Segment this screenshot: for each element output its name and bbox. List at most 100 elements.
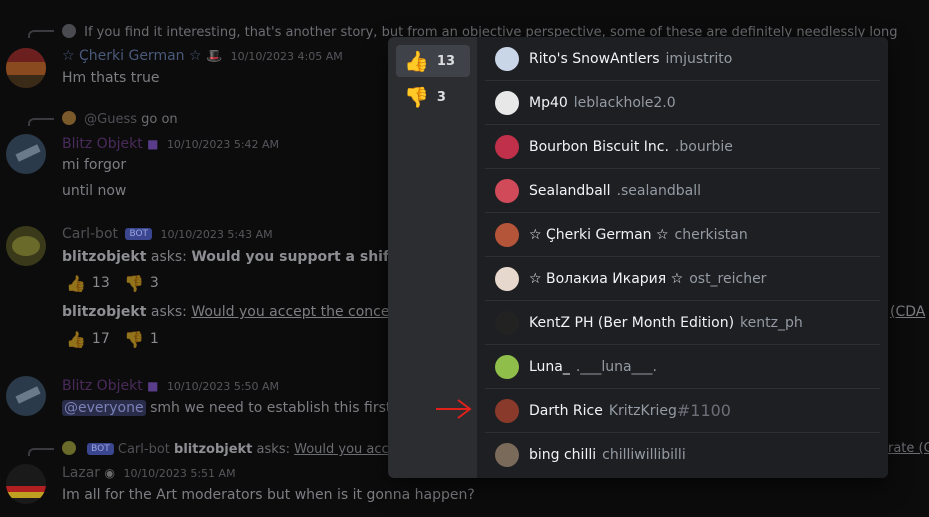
- avatar[interactable]: [495, 90, 519, 115]
- bot-badge: BOT: [125, 228, 153, 240]
- reactor-name: Darth Rice: [529, 402, 603, 419]
- reactor-discriminator: #1100: [676, 401, 731, 420]
- reactor-handle: imjustrito: [665, 50, 733, 67]
- reply-preview[interactable]: BOT Carl-bot blitzobjekt asks: Would you…: [62, 441, 397, 457]
- reply-avatar: [62, 111, 76, 125]
- tab-thumbs-down[interactable]: 👎 3: [396, 81, 470, 113]
- reactor-handle: .sealandball: [616, 182, 701, 199]
- reactor-handle: .___luna___.: [575, 358, 658, 375]
- avatar[interactable]: [495, 46, 519, 71]
- tab-count: 13: [436, 53, 455, 69]
- avatar[interactable]: [495, 398, 519, 423]
- role-icon: 🎩: [205, 49, 223, 64]
- reactor-row[interactable]: Mp40 leblackhole2.0: [485, 81, 880, 125]
- poll-user: blitzobjekt: [62, 249, 147, 265]
- reactor-row[interactable]: Luna_ .___luna___.: [485, 345, 880, 389]
- avatar[interactable]: [495, 222, 519, 247]
- mention[interactable]: @everyone: [62, 400, 146, 416]
- reply-name: Carl-bot: [117, 442, 170, 457]
- reactor-name: Sealandball: [529, 182, 611, 199]
- timestamp: 10/10/2023 5:42 AM: [166, 138, 280, 151]
- thumbs-up-icon: 👍: [66, 329, 86, 349]
- username[interactable]: Carl-bot: [62, 226, 118, 242]
- poll-question-tail: (CDA: [890, 304, 926, 320]
- reactor-name: ☆ Волакиа Икария ☆: [529, 270, 684, 287]
- reactor-name: KentZ PH (Ber Month Edition): [529, 314, 735, 331]
- avatar[interactable]: [495, 354, 519, 379]
- message-header: Blitz Objekt ■ 10/10/2023 5:50 AM: [62, 378, 279, 394]
- avatar[interactable]: [495, 178, 519, 203]
- poll-asks: asks:: [150, 304, 187, 320]
- reply-user: blitzobjekt: [174, 442, 253, 457]
- avatar[interactable]: [6, 376, 46, 416]
- reactor-handle: leblackhole2.0: [573, 94, 676, 111]
- avatar[interactable]: [495, 134, 519, 159]
- reactor-row[interactable]: Darth Rice KritzKrieg #1100: [485, 389, 880, 433]
- reactor-row[interactable]: bing chilli chilliwillibilli: [485, 433, 880, 477]
- avatar[interactable]: [6, 464, 46, 504]
- reactor-handle: .bourbie: [674, 138, 733, 155]
- reactor-name: Rito's SnowAntlers: [529, 50, 660, 67]
- role-icon: ■: [147, 137, 159, 151]
- thumbs-down-icon: 👎: [404, 85, 429, 109]
- reactor-handle: chilliwillibilli: [602, 447, 686, 463]
- poll-question-text[interactable]: Would you accept the concept: [191, 304, 404, 320]
- message-text: @everyone smh we need to establish this …: [62, 400, 391, 416]
- username[interactable]: Blitz Objekt: [62, 378, 143, 394]
- reaction-thumbs-up[interactable]: 👍 17: [66, 328, 110, 350]
- avatar[interactable]: [6, 48, 46, 88]
- thumbs-down-icon: 👎: [124, 329, 144, 349]
- reaction-thumbs-down[interactable]: 👎 3: [124, 272, 159, 294]
- timestamp: 10/10/2023 5:43 AM: [160, 228, 273, 241]
- avatar[interactable]: [6, 226, 46, 266]
- message-text: Hm thats true: [62, 70, 160, 86]
- reactor-row[interactable]: KentZ PH (Ber Month Edition) kentz_ph: [485, 301, 880, 345]
- reactor-list[interactable]: Rito's SnowAntlers imjustrito Mp40 leblackh…: [477, 37, 888, 478]
- poll-user: blitzobjekt: [62, 304, 147, 320]
- timestamp: 10/10/2023 5:50 AM: [166, 380, 280, 393]
- reply-text: go on: [141, 112, 178, 127]
- reply-name: @Guess: [84, 112, 137, 127]
- message-text: until now: [62, 183, 127, 199]
- username[interactable]: Lazar: [62, 465, 100, 481]
- username[interactable]: ☆ Çherki German ☆: [62, 48, 202, 64]
- reaction-thumbs-down[interactable]: 👎 1: [124, 328, 159, 350]
- reactor-handle: kentz_ph: [740, 314, 803, 331]
- reactor-row[interactable]: ☆ Çherki German ☆ cherkistan: [485, 213, 880, 257]
- reactor-handle: ost_reicher: [689, 270, 767, 287]
- message-text: Im all for the Art moderators but when i…: [62, 487, 475, 503]
- message-header: ☆ Çherki German ☆ 🎩 10/10/2023 4:05 AM: [62, 48, 343, 64]
- reply-asks: asks:: [256, 442, 290, 457]
- reactor-row[interactable]: Rito's SnowAntlers imjustrito: [485, 37, 880, 81]
- reply-connector: [28, 30, 54, 38]
- thumbs-up-icon: 👍: [404, 49, 429, 73]
- reactor-handle: cherkistan: [674, 226, 748, 243]
- bot-badge: BOT: [87, 443, 114, 455]
- reaction-thumbs-up[interactable]: 👍 13: [66, 272, 110, 294]
- tab-thumbs-up[interactable]: 👍 13: [396, 45, 470, 77]
- reply-connector: [28, 118, 54, 126]
- reaction-count: 17: [91, 331, 110, 347]
- discord-window: If you find it interesting, that's anoth…: [0, 0, 929, 517]
- reactor-row[interactable]: Sealandball .sealandball: [485, 169, 880, 213]
- reactor-row[interactable]: ☆ Волакиа Икария ☆ ost_reicher: [485, 257, 880, 301]
- avatar[interactable]: [495, 443, 519, 467]
- avatar[interactable]: [6, 134, 46, 174]
- role-icon: ■: [147, 379, 159, 393]
- red-arrow-icon: [436, 399, 472, 419]
- tab-count: 3: [436, 89, 446, 105]
- reply-tail: rate (C: [888, 441, 929, 456]
- reply-preview[interactable]: @Guess go on: [62, 111, 178, 127]
- message-text: mi forgor: [62, 157, 127, 173]
- reply-avatar: [62, 441, 76, 455]
- reactor-handle: KritzKrieg: [608, 402, 677, 419]
- username[interactable]: Blitz Objekt: [62, 136, 143, 152]
- reactor-name: Bourbon Biscuit Inc.: [529, 138, 669, 155]
- reaction-count: 13: [91, 275, 110, 291]
- reply-avatar: [62, 24, 76, 38]
- reactor-row[interactable]: Bourbon Biscuit Inc. .bourbie: [485, 125, 880, 169]
- avatar[interactable]: [495, 266, 519, 291]
- thumbs-up-icon: 👍: [66, 273, 86, 293]
- avatar[interactable]: [495, 310, 519, 335]
- reply-text: Would you acce: [294, 442, 397, 457]
